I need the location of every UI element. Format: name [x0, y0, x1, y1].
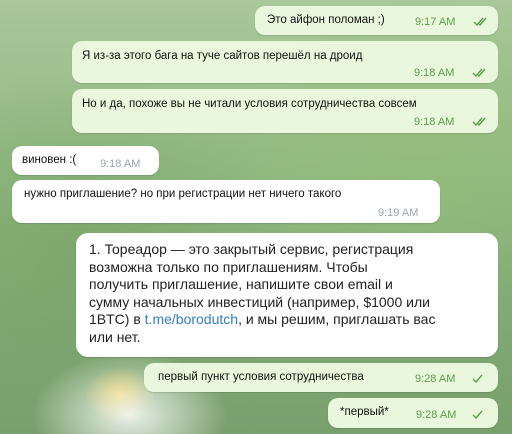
quoted-message[interactable]: 1. Тореадор — это закрытый сервис, регис… — [76, 233, 498, 357]
message-time: 9:18 AM — [414, 116, 455, 128]
message-outgoing[interactable]: Но и да, похоже вы не читали условия сот… — [72, 89, 498, 133]
quote-text: , и мы решим, приглашать вас — [238, 311, 436, 327]
message-time: 9:17 AM — [415, 16, 456, 28]
message-time: 9:19 AM — [378, 207, 419, 219]
double-check-icon — [472, 117, 486, 127]
message-incoming[interactable]: нужно приглашение? но при регистрации не… — [12, 180, 440, 223]
message-text: Я из-за этого бага на туче сайтов перешё… — [82, 50, 363, 62]
quote-text: 1BTC) в — [89, 311, 145, 327]
message-time: 9:18 AM — [414, 67, 455, 79]
message-outgoing[interactable]: Я из-за этого бага на туче сайтов перешё… — [72, 41, 498, 83]
message-time: 9:18 AM — [100, 158, 141, 170]
message-text: *первый* — [340, 406, 389, 418]
message-outgoing[interactable]: *первый* 9:28 AM — [328, 398, 498, 428]
quote-line: 1BTC) в t.me/borodutch, и мы решим, приг… — [89, 311, 435, 329]
quote-line: получить приглашение, напишите свои emai… — [89, 276, 393, 292]
message-text: нужно приглашение? но при регистрации не… — [24, 188, 342, 200]
message-text: первый пункт условия сотрудничества — [158, 371, 364, 383]
telegram-link[interactable]: t.me/borodutch — [145, 311, 238, 327]
message-text: виновен :( — [22, 154, 77, 166]
message-time: 9:28 AM — [415, 373, 456, 385]
quote-line: или нет. — [89, 328, 141, 345]
single-check-icon — [472, 410, 483, 420]
message-text: Но и да, похоже вы не читали условия сот… — [82, 98, 417, 110]
quote-line: возможна только по приглашениям. Чтобы — [89, 258, 368, 275]
double-check-icon — [473, 17, 487, 27]
message-outgoing[interactable]: Это айфон поломан ;) 9:17 AM — [255, 6, 498, 35]
quote-line: сумму начальных инвестиций (например, $1… — [89, 293, 430, 310]
single-check-icon — [472, 374, 483, 384]
message-time: 9:28 AM — [416, 409, 457, 421]
message-outgoing[interactable]: первый пункт условия сотрудничества 9:28… — [144, 363, 498, 392]
quote-line: 1. Тореадор — это закрытый сервис, регис… — [89, 241, 414, 257]
message-incoming[interactable]: виновен :( 9:18 AM — [12, 146, 159, 175]
message-text: Это айфон поломан ;) — [267, 14, 385, 26]
double-check-icon — [472, 68, 486, 78]
